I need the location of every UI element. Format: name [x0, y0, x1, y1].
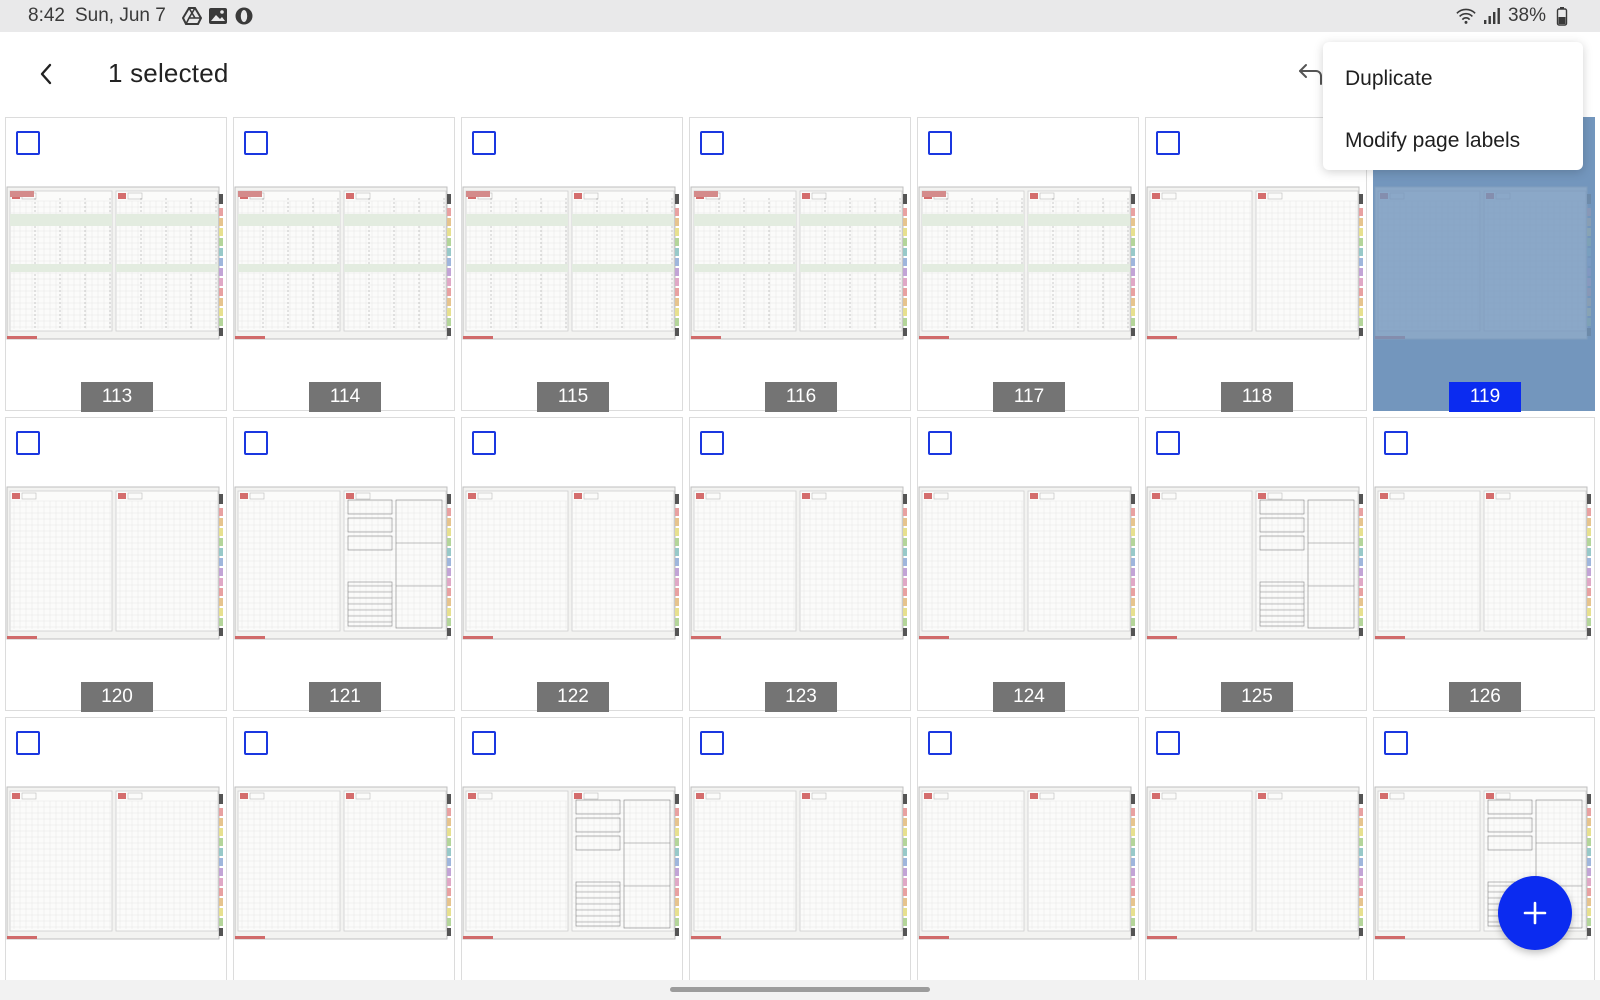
page-checkbox[interactable] [472, 731, 496, 755]
page-thumbnail[interactable]: 128 [233, 717, 455, 1000]
navigation-bar [0, 980, 1600, 1000]
page-checkbox[interactable] [928, 431, 952, 455]
page-thumbnail[interactable]: 124 [917, 417, 1140, 712]
page-checkbox[interactable] [472, 131, 496, 155]
page-thumbnail[interactable]: 126 [1373, 417, 1596, 712]
page-preview [462, 486, 684, 642]
page-number-badge: 115 [537, 382, 609, 412]
page-thumbnail[interactable]: 127 [5, 717, 227, 1000]
back-button[interactable] [28, 56, 64, 92]
page-checkbox[interactable] [1156, 131, 1180, 155]
page-preview [918, 186, 1140, 342]
page-thumbnail[interactable]: 121 [233, 417, 456, 712]
undo-button[interactable] [1296, 60, 1326, 90]
page-thumbnail[interactable]: 114 [233, 117, 456, 412]
page-number-badge: 116 [765, 382, 837, 412]
page-number-badge: 121 [309, 682, 381, 712]
page-preview [1146, 486, 1368, 642]
status-time: 8:42 [28, 5, 65, 26]
page-number-badge: 113 [81, 382, 153, 412]
page-checkbox[interactable] [244, 731, 268, 755]
opera-icon [234, 6, 254, 26]
undo-icon [1299, 64, 1322, 85]
page-number-badge: 122 [537, 682, 609, 712]
add-page-button[interactable] [1498, 876, 1572, 950]
page-checkbox[interactable] [244, 131, 268, 155]
page-number-badge: 126 [1449, 682, 1521, 712]
page-preview [690, 786, 912, 942]
page-preview [234, 186, 456, 342]
page-thumbnail[interactable]: 129 [461, 717, 683, 1000]
page-preview [234, 486, 456, 642]
page-checkbox[interactable] [700, 731, 724, 755]
page-checkbox[interactable] [928, 731, 952, 755]
page-preview [6, 786, 228, 942]
page-checkbox[interactable] [16, 131, 40, 155]
page-thumbnail[interactable]: 132 [1145, 717, 1367, 1000]
page-checkbox[interactable] [16, 731, 40, 755]
page-number-badge: 120 [81, 682, 153, 712]
page-preview [1374, 186, 1596, 342]
page-thumbnail[interactable]: 116 [689, 117, 912, 412]
page-number-badge: 119 [1449, 382, 1521, 412]
app-window: 8:42 Sun, Jun 7 38% 1 selected 113 114 1… [0, 0, 1600, 1000]
page-thumbnail[interactable]: 120 [5, 417, 228, 712]
page-number-badge: 118 [1221, 382, 1293, 412]
page-checkbox[interactable] [1384, 431, 1408, 455]
page-preview [690, 486, 912, 642]
page-thumbnail[interactable]: 130 [689, 717, 911, 1000]
page-thumbnail[interactable]: 115 [461, 117, 684, 412]
context-menu: Duplicate Modify page labels [1323, 42, 1583, 170]
page-thumbnail[interactable]: 133 [1373, 717, 1595, 1000]
page-preview [234, 786, 456, 942]
page-checkbox[interactable] [700, 431, 724, 455]
status-bar: 8:42 Sun, Jun 7 38% [0, 0, 1600, 32]
battery-percent: 38% [1507, 5, 1546, 26]
page-checkbox[interactable] [1156, 731, 1180, 755]
page-thumbnail[interactable]: 122 [461, 417, 684, 712]
page-thumbnail[interactable]: 113 [5, 117, 228, 412]
page-preview [1374, 486, 1596, 642]
page-checkbox[interactable] [1156, 431, 1180, 455]
page-number-badge: 124 [993, 682, 1065, 712]
page-preview [6, 486, 228, 642]
menu-item-modify-page-labels[interactable]: Modify page labels [1323, 110, 1583, 172]
page-checkbox[interactable] [244, 431, 268, 455]
page-preview [918, 786, 1140, 942]
page-preview [690, 186, 912, 342]
page-thumbnail[interactable]: 123 [689, 417, 912, 712]
battery-icon [1552, 6, 1572, 26]
page-number-badge: 114 [309, 382, 381, 412]
page-number-badge: 125 [1221, 682, 1293, 712]
page-preview [6, 186, 228, 342]
page-title: 1 selected [108, 58, 229, 88]
page-number-badge: 123 [765, 682, 837, 712]
signal-icon [1482, 6, 1502, 26]
page-checkbox[interactable] [16, 431, 40, 455]
status-date: Sun, Jun 7 [74, 5, 166, 26]
drive-icon [181, 6, 202, 26]
page-thumbnail[interactable]: 117 [917, 117, 1140, 412]
page-preview [462, 186, 684, 342]
page-checkbox[interactable] [700, 131, 724, 155]
page-preview [462, 786, 684, 942]
wifi-icon [1456, 6, 1476, 26]
page-preview [1146, 186, 1368, 342]
plus-icon [1523, 901, 1547, 925]
page-checkbox[interactable] [928, 131, 952, 155]
page-preview [918, 486, 1140, 642]
home-gesture-handle[interactable] [670, 987, 930, 992]
gallery-icon [208, 6, 228, 26]
page-checkbox[interactable] [1384, 731, 1408, 755]
page-thumbnail[interactable]: 131 [917, 717, 1139, 1000]
page-number-badge: 117 [993, 382, 1065, 412]
chevron-left-icon [40, 63, 52, 85]
page-checkbox[interactable] [472, 431, 496, 455]
menu-item-duplicate[interactable]: Duplicate [1323, 48, 1583, 110]
page-preview [1146, 786, 1368, 942]
page-thumbnail[interactable]: 125 [1145, 417, 1368, 712]
